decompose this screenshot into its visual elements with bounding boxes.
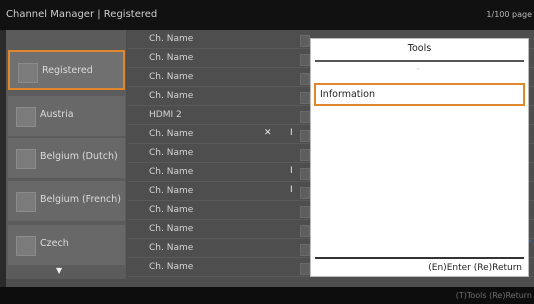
menu-item-label: Information bbox=[320, 89, 375, 100]
scroll-up-icon: ⌃ bbox=[415, 67, 421, 75]
key-hints: (T)Tools (Re)Return bbox=[455, 291, 532, 300]
popup-key-hints: (En)Enter (Re)Return bbox=[428, 263, 522, 273]
tools-popup: Tools ⌃ Information (En)Enter (Re)Return bbox=[310, 38, 529, 277]
popup-divider bbox=[315, 60, 524, 62]
menu-item-information[interactable]: Information bbox=[314, 83, 525, 106]
popup-title: Tools bbox=[407, 43, 432, 54]
bottom-bar: (T)Tools (Re)Return bbox=[0, 287, 534, 304]
popup-divider bbox=[315, 257, 524, 259]
